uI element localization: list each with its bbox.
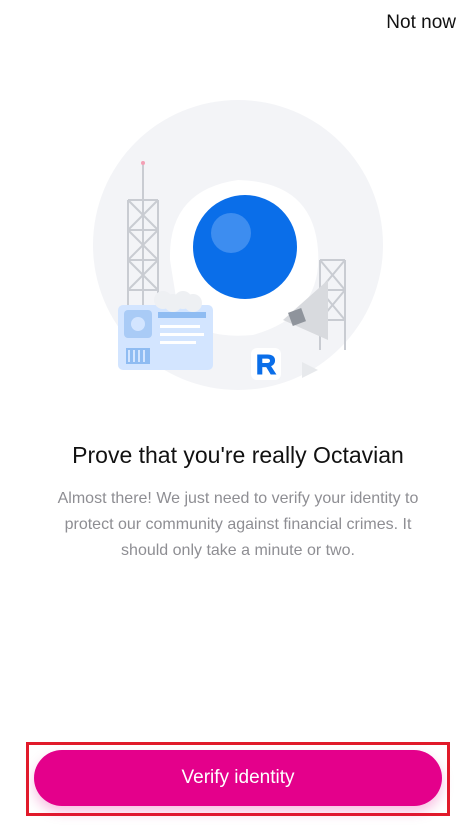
identity-illustration: R <box>88 100 388 400</box>
page-title: Prove that you're really Octavian <box>72 442 404 468</box>
page-description: Almost there! We just need to verify you… <box>57 490 419 559</box>
badge-letter: R <box>256 349 276 380</box>
verify-identity-button[interactable]: Verify identity <box>34 750 442 806</box>
not-now-button[interactable]: Not now <box>386 12 456 34</box>
